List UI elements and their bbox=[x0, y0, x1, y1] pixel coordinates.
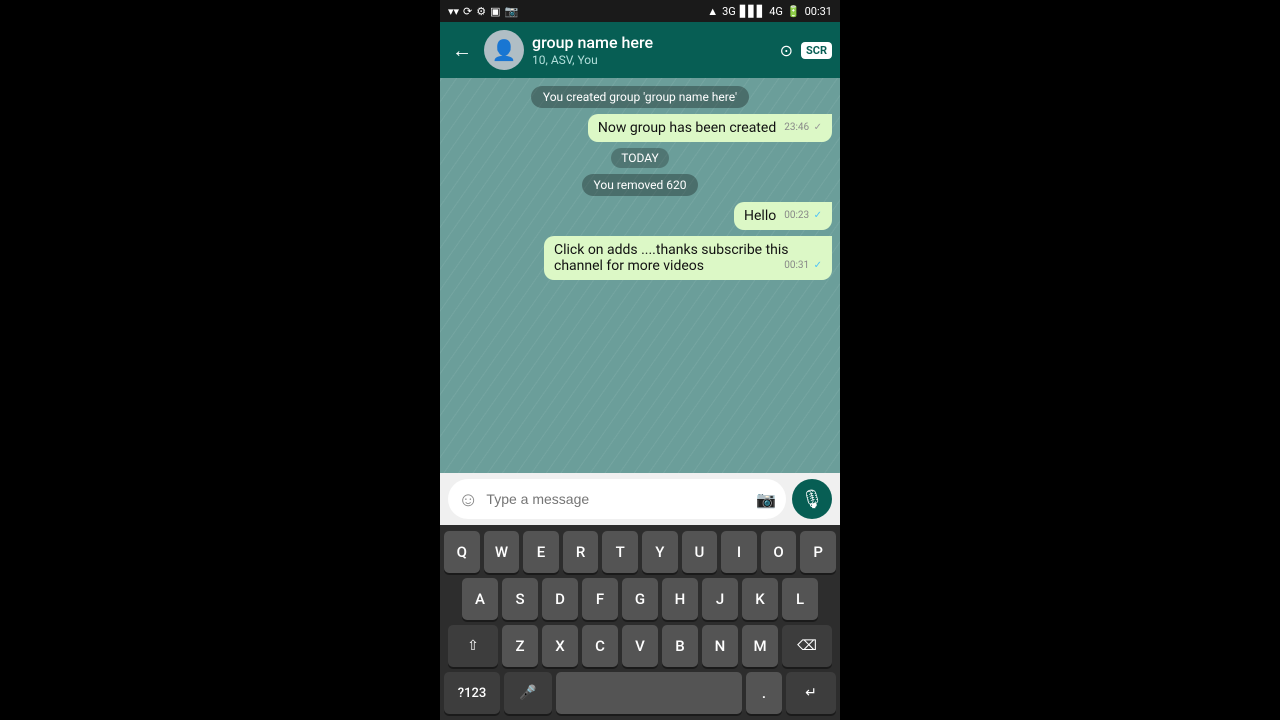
key-m[interactable]: M bbox=[742, 625, 778, 667]
message-time-5: 00:31 ✓ bbox=[784, 260, 822, 271]
key-o[interactable]: O bbox=[761, 531, 797, 573]
key-v[interactable]: V bbox=[622, 625, 658, 667]
key-n[interactable]: N bbox=[702, 625, 738, 667]
message-input-bar: ☺ 📷 🎙 bbox=[440, 473, 840, 525]
key-d[interactable]: D bbox=[542, 578, 578, 620]
enter-key[interactable]: ↵ bbox=[786, 672, 836, 714]
message-time-4: 00:23 ✓ bbox=[784, 210, 822, 221]
read-checkmark-5: ✓ bbox=[814, 260, 822, 271]
message-text-1: Now group has been created bbox=[598, 120, 776, 136]
chat-area: You created group 'group name here' Now … bbox=[440, 78, 840, 473]
key-u[interactable]: U bbox=[682, 531, 718, 573]
key-s[interactable]: S bbox=[502, 578, 538, 620]
key-g[interactable]: G bbox=[622, 578, 658, 620]
read-checkmark-4: ✓ bbox=[814, 210, 822, 221]
key-j[interactable]: J bbox=[702, 578, 738, 620]
key-l[interactable]: L bbox=[782, 578, 818, 620]
camera-button[interactable]: 📷 bbox=[756, 490, 776, 509]
keyboard-bottom-row: ?123 🎤 . ↵ bbox=[444, 672, 836, 714]
status-right-icons: ▲ 3G ▋▋▋ 4G 🔋 00:31 bbox=[707, 5, 832, 18]
message-bubble-4: Hello 00:23 ✓ bbox=[734, 202, 832, 230]
camera-status-icon: 📷 bbox=[505, 5, 519, 18]
num-key[interactable]: ?123 bbox=[444, 672, 500, 714]
group-info[interactable]: group name here 10, ASV, You bbox=[532, 33, 772, 66]
mic-icon: 🎙 bbox=[801, 489, 824, 510]
keyboard-row-3: ⇧ Z X C V B N M ⌫ bbox=[444, 625, 836, 667]
key-p[interactable]: P bbox=[800, 531, 836, 573]
group-members: 10, ASV, You bbox=[532, 53, 772, 67]
message-bubble-5: Click on adds ....thanks subscribe this … bbox=[544, 236, 832, 280]
input-field-wrap[interactable]: ☺ 📷 bbox=[448, 479, 786, 519]
message-bubble-1: Now group has been created 23:46 ✓ bbox=[588, 114, 832, 142]
status-left-icons: ▾▾ ⟳ ⚙ ▣ 📷 bbox=[448, 5, 518, 18]
key-h[interactable]: H bbox=[662, 578, 698, 620]
keyboard-row-2: A S D F G H J K L bbox=[444, 578, 836, 620]
key-i[interactable]: I bbox=[721, 531, 757, 573]
keyboard: Q W E R T Y U I O P A S D F G H J K bbox=[440, 525, 840, 720]
status-bar: ▾▾ ⟳ ⚙ ▣ 📷 ▲ 3G ▋▋▋ 4G 🔋 00:31 bbox=[440, 0, 840, 22]
whatsapp-screen: ← 👤 group name here 10, ASV, You ⊙ SCR Y… bbox=[440, 22, 840, 720]
battery-icon: 🔋 bbox=[787, 5, 801, 18]
key-e[interactable]: E bbox=[523, 531, 559, 573]
key-t[interactable]: T bbox=[602, 531, 638, 573]
signal-icon: ▾▾ bbox=[448, 5, 459, 18]
space-key[interactable] bbox=[556, 672, 742, 714]
key-b[interactable]: B bbox=[662, 625, 698, 667]
period-key[interactable]: . bbox=[746, 672, 782, 714]
keyboard-row-1: Q W E R T Y U I O P bbox=[444, 531, 836, 573]
time-label: 00:31 bbox=[805, 5, 832, 18]
back-button[interactable]: ← bbox=[448, 34, 476, 67]
key-x[interactable]: X bbox=[542, 625, 578, 667]
signal-bars: ▋▋▋ bbox=[740, 5, 765, 18]
key-a[interactable]: A bbox=[462, 578, 498, 620]
sync-icon: ⟳ bbox=[463, 5, 472, 18]
key-w[interactable]: W bbox=[484, 531, 520, 573]
video-scan-icon[interactable]: ⊙ bbox=[780, 41, 793, 60]
wifi-icon: ▲ bbox=[707, 5, 718, 18]
shift-key[interactable]: ⇧ bbox=[448, 625, 498, 667]
usb-icon: ⚙ bbox=[476, 5, 486, 18]
message-text-5: Click on adds ....thanks subscribe this … bbox=[554, 242, 789, 274]
header-actions: ⊙ SCR bbox=[780, 41, 832, 60]
backspace-key[interactable]: ⌫ bbox=[782, 625, 832, 667]
key-r[interactable]: R bbox=[563, 531, 599, 573]
key-c[interactable]: C bbox=[582, 625, 618, 667]
key-q[interactable]: Q bbox=[444, 531, 480, 573]
group-name: group name here bbox=[532, 33, 772, 52]
screenshot-icon: ▣ bbox=[490, 5, 500, 18]
network-label: 3G bbox=[722, 5, 736, 18]
scr-badge[interactable]: SCR bbox=[801, 42, 832, 59]
key-k[interactable]: K bbox=[742, 578, 778, 620]
today-divider: TODAY bbox=[611, 148, 669, 168]
read-checkmark-1: ✓ bbox=[814, 122, 822, 133]
message-time-1: 23:46 ✓ bbox=[784, 122, 822, 133]
key-y[interactable]: Y bbox=[642, 531, 678, 573]
mic-button[interactable]: 🎙 bbox=[792, 479, 832, 519]
system-message-3: You removed 620 bbox=[582, 174, 699, 196]
4g-label: 4G bbox=[769, 5, 783, 18]
chat-header: ← 👤 group name here 10, ASV, You ⊙ SCR bbox=[440, 22, 840, 78]
key-f[interactable]: F bbox=[582, 578, 618, 620]
message-input[interactable] bbox=[486, 491, 748, 507]
emoji-button[interactable]: ☺ bbox=[458, 487, 478, 512]
message-text-4: Hello bbox=[744, 208, 776, 224]
system-message-0: You created group 'group name here' bbox=[531, 86, 749, 108]
key-z[interactable]: Z bbox=[502, 625, 538, 667]
group-avatar[interactable]: 👤 bbox=[484, 30, 524, 70]
mic-key[interactable]: 🎤 bbox=[504, 672, 552, 714]
phone-container: ▾▾ ⟳ ⚙ ▣ 📷 ▲ 3G ▋▋▋ 4G 🔋 00:31 ← 👤 group… bbox=[440, 0, 840, 720]
avatar-icon: 👤 bbox=[492, 38, 517, 62]
